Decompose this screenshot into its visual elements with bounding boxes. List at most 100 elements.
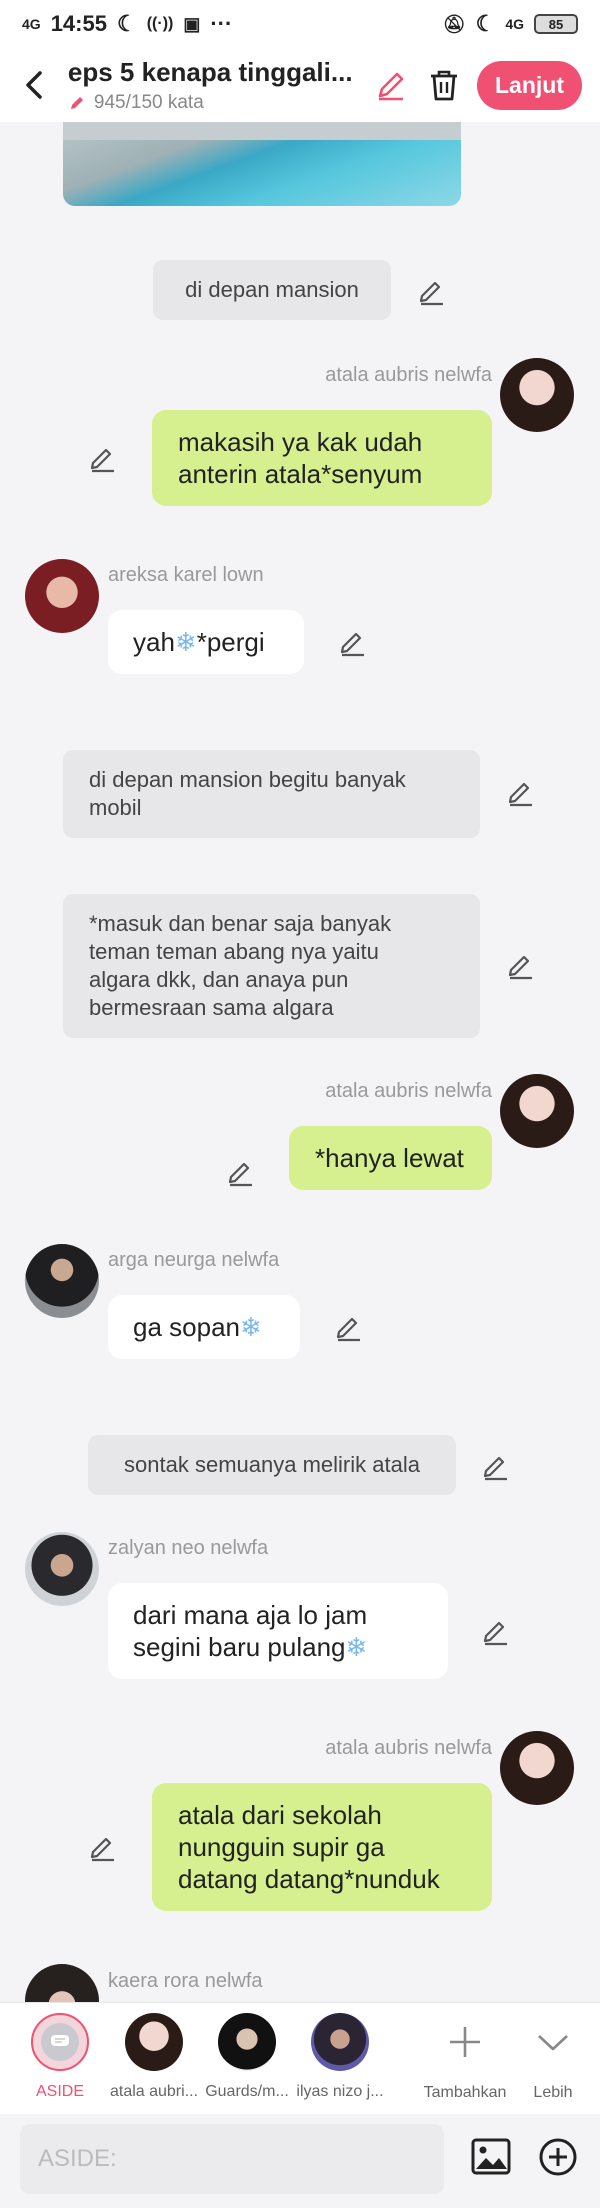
- avatar[interactable]: [25, 1244, 99, 1318]
- pencil-icon[interactable]: [334, 1313, 364, 1343]
- pencil-icon[interactable]: [506, 951, 536, 981]
- chevron-left-icon: [26, 71, 42, 99]
- add-button[interactable]: [537, 2136, 579, 2178]
- chevron-down-icon: [538, 2035, 568, 2051]
- snowflake-icon: ❄: [345, 1632, 368, 1662]
- page-title: eps 5 kenapa tinggali...: [67, 56, 353, 87]
- pencil-icon[interactable]: [417, 277, 447, 307]
- narration-line: algara dkk, dan anaya pun: [89, 967, 349, 992]
- header: eps 5 kenapa tinggali... 945/150 kata La…: [0, 48, 600, 122]
- chat-line: dari mana aja lo jam: [133, 1600, 368, 1630]
- more-label: Lebih: [533, 2084, 573, 2101]
- image-button[interactable]: [470, 2136, 512, 2178]
- avatar[interactable]: [25, 559, 99, 633]
- chat-line: atala dari sekolah: [178, 1800, 382, 1830]
- chat-bubble[interactable]: makasih ya kak udah anterin atala*senyum: [152, 410, 492, 506]
- aside-selector[interactable]: ASIDE: [15, 2013, 105, 2101]
- chat-text: *hanya lewat: [315, 1143, 464, 1173]
- chat-line: datang datang*nunduk: [178, 1864, 440, 1894]
- hotspot-icon: ((·)): [146, 15, 174, 32]
- input-row: ASIDE:: [0, 2114, 600, 2208]
- pencil-icon[interactable]: [338, 628, 368, 658]
- avatar[interactable]: [500, 1074, 574, 1148]
- chat-bubble[interactable]: ga sopan❄: [108, 1295, 300, 1359]
- character-name: zalyan neo nelwfa: [108, 1537, 269, 1559]
- character-name: atala aubris nelwfa: [325, 1737, 492, 1759]
- moon-icon: ☾: [116, 11, 137, 36]
- narration-line: di depan mansion begitu banyak: [89, 767, 406, 792]
- character-chip-label: Guards/m...: [205, 2083, 289, 2100]
- avatar: [125, 2013, 183, 2071]
- pencil-icon: [378, 72, 404, 101]
- character-name: atala aubris nelwfa: [325, 364, 492, 386]
- narration-line: bermesraan sama algara: [89, 995, 334, 1020]
- chat-line: makasih ya kak udah: [178, 427, 423, 457]
- narration-text: di depan mansion: [185, 277, 359, 302]
- avatar: [311, 2013, 369, 2071]
- image-icon: [471, 2138, 511, 2175]
- character-name: kaera rora nelwfa: [108, 1970, 263, 1992]
- chat-bubble-icon: [51, 2035, 69, 2046]
- status-bar: 4G 14:55 ☾ ((·)) ▣ ··· 🔕︎ ☾ 4G 85: [0, 0, 600, 48]
- character-chip[interactable]: ilyas nizo j...: [295, 2013, 385, 2101]
- message-input[interactable]: ASIDE:: [20, 2124, 444, 2194]
- more-button[interactable]: Lebih: [508, 2013, 598, 2102]
- nfc-icon: ▣: [183, 13, 201, 34]
- aside-label: ASIDE: [35, 2083, 84, 2100]
- pencil-icon[interactable]: [88, 1833, 118, 1863]
- avatar[interactable]: [25, 1532, 99, 1606]
- character-name: arga neurga nelwfa: [108, 1249, 280, 1271]
- avatar[interactable]: [500, 1731, 574, 1805]
- avatar[interactable]: [25, 1964, 99, 2002]
- battery-icon: 85: [534, 14, 578, 34]
- narration-line: teman teman abang nya yaitu: [89, 939, 379, 964]
- chat-line: anterin atala*senyum: [178, 459, 423, 489]
- narration-bubble[interactable]: sontak semuanya melirik atala: [88, 1435, 456, 1495]
- chat-line: nungguin supir ga: [178, 1832, 385, 1862]
- chat-text: *pergi: [196, 627, 265, 657]
- more-status-icons: ···: [210, 11, 233, 36]
- scene-image: [63, 122, 461, 206]
- delete-button[interactable]: [426, 64, 463, 106]
- moon-icon: ☾: [475, 11, 496, 36]
- avatar: [218, 2013, 276, 2071]
- snowflake-icon: ❄: [239, 1312, 262, 1342]
- chat-feed[interactable]: di depan mansion atala aubris nelwfa mak…: [0, 122, 600, 2002]
- pencil-icon[interactable]: [506, 778, 536, 808]
- chat-bubble[interactable]: atala dari sekolah nungguin supir ga dat…: [152, 1783, 492, 1911]
- title-area[interactable]: eps 5 kenapa tinggali... 945/150 kata: [68, 57, 353, 114]
- chat-text: ga sopan: [133, 1312, 240, 1342]
- chat-bubble[interactable]: yah❄*pergi: [108, 610, 304, 674]
- trash-icon: [431, 70, 458, 101]
- character-name: areksa karel lown: [108, 564, 264, 586]
- next-button[interactable]: Lanjut: [477, 60, 582, 110]
- word-count: 945/150 kata: [93, 91, 204, 113]
- narration-line: mobil: [89, 795, 142, 820]
- character-chip-label: ilyas nizo j...: [296, 2083, 384, 2100]
- avatar[interactable]: [500, 358, 574, 432]
- add-character-button[interactable]: Tambahkan: [420, 2013, 510, 2102]
- narration-bubble[interactable]: di depan mansion: [153, 260, 391, 320]
- back-button[interactable]: [18, 67, 50, 103]
- pencil-icon[interactable]: [226, 1158, 256, 1188]
- pencil-icon[interactable]: [88, 444, 118, 474]
- character-name: atala aubris nelwfa: [325, 1080, 492, 1102]
- network-indicator-right: 4G: [505, 16, 524, 32]
- edit-title-button[interactable]: [373, 64, 410, 106]
- chat-line: segini baru pulang: [133, 1632, 346, 1662]
- add-label: Tambahkan: [423, 2084, 507, 2101]
- pencil-icon[interactable]: [481, 1452, 511, 1482]
- aside-avatar: [31, 2013, 89, 2071]
- pencil-icon[interactable]: [481, 1617, 511, 1647]
- narration-bubble[interactable]: di depan mansion begitu banyak mobil: [63, 750, 480, 838]
- narration-bubble[interactable]: *masuk dan benar saja banyak teman teman…: [63, 894, 480, 1038]
- chat-bubble[interactable]: *hanya lewat: [289, 1126, 492, 1190]
- network-indicator: 4G: [22, 16, 41, 32]
- narration-line: *masuk dan benar saja banyak: [89, 911, 392, 936]
- character-chip[interactable]: atala aubri...: [109, 2013, 199, 2101]
- snowflake-icon: ❄: [174, 627, 197, 657]
- character-chip[interactable]: Guards/m...: [202, 2013, 292, 2101]
- pencil-icon: [70, 96, 83, 109]
- plus-icon: [450, 2027, 480, 2057]
- chat-bubble[interactable]: dari mana aja lo jam segini baru pulang❄: [108, 1583, 448, 1679]
